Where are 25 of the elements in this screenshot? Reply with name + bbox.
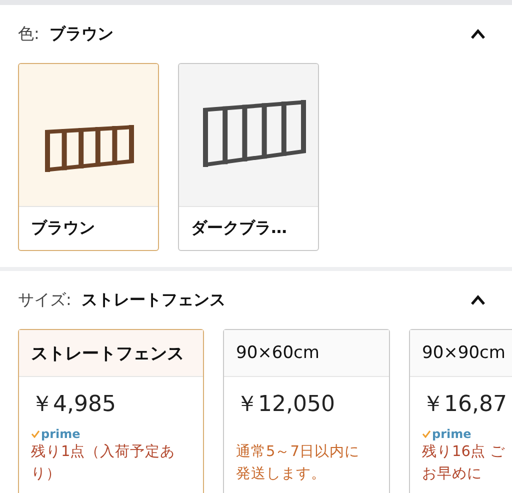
color-option[interactable]: ダークブラ… xyxy=(178,63,319,251)
prime-badge: prime xyxy=(422,427,472,441)
size-label: 90×90cm xyxy=(410,330,512,377)
option-label: サイズ: xyxy=(18,290,72,310)
chevron-icon[interactable] xyxy=(470,28,486,40)
color-option[interactable]: ブラウン xyxy=(18,63,159,251)
size-option-card[interactable]: 90×90cm ￥16,87 prime 残り16点 ご お早めに xyxy=(409,329,512,493)
availability-text: 残り16点 ご xyxy=(421,443,506,462)
selected-value: ストレートフェンス xyxy=(81,290,226,310)
availability-text: り） xyxy=(30,465,62,484)
size-option-card[interactable]: ストレートフェンス ￥4,985 prime 残り1点（入荷予定あ り） xyxy=(18,329,204,493)
price: ￥16,87 xyxy=(421,391,508,419)
size-option-card[interactable]: 90×60cm ￥12,050 通常5～7日以内に 発送します。 xyxy=(223,329,390,493)
price: ￥4,985 xyxy=(30,391,117,419)
size-label: ストレートフェンス xyxy=(19,330,203,377)
size-label: 90×60cm xyxy=(224,330,389,377)
selected-value: ブラウン xyxy=(49,24,114,44)
availability-text: 残り1点（入荷予定あ xyxy=(30,442,176,462)
price: ￥12,050 xyxy=(235,391,336,419)
availability-text: 通常5～7日以内に xyxy=(235,443,360,462)
availability-text: 発送します。 xyxy=(235,465,327,484)
availability-text: お早めに xyxy=(421,465,483,484)
prime-badge: prime xyxy=(31,427,80,441)
chevron-icon[interactable] xyxy=(470,294,486,306)
option-label: 色: xyxy=(18,24,40,44)
